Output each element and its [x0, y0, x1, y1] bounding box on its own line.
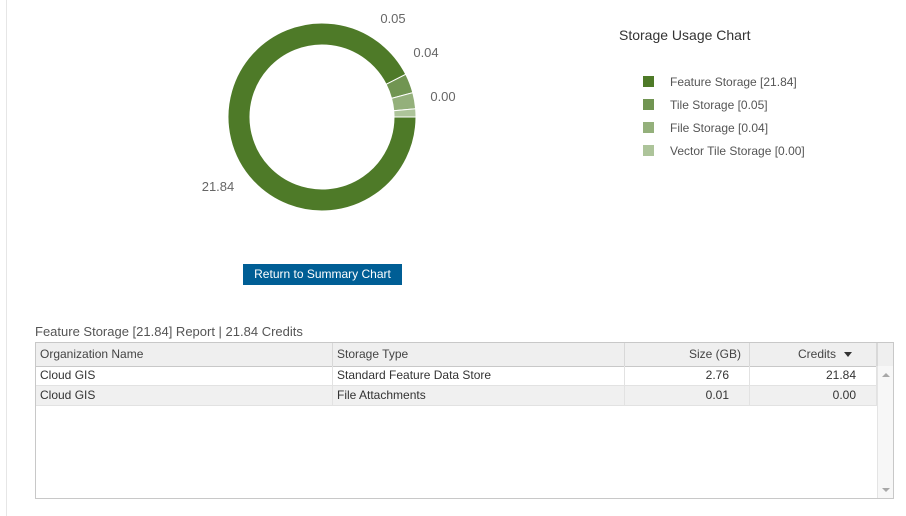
- donut-slice[interactable]: [227, 22, 417, 212]
- table-body: Cloud GIS Standard Feature Data Store 2.…: [36, 366, 877, 406]
- table-row[interactable]: Cloud GIS File Attachments 0.01 0.00: [36, 386, 877, 406]
- legend-label: Vector Tile Storage [0.00]: [670, 143, 805, 158]
- legend-label: Feature Storage [21.84]: [670, 74, 797, 89]
- report-table: Organization Name Storage Type Size (GB)…: [35, 342, 894, 499]
- legend-swatch: [643, 76, 654, 87]
- cell-storage-type: Standard Feature Data Store: [333, 366, 625, 386]
- column-header-storage-type[interactable]: Storage Type: [333, 343, 625, 366]
- chart-legend: Feature Storage [21.84] Tile Storage [0.…: [643, 70, 805, 162]
- slice-value-label: 0.05: [380, 11, 405, 26]
- report-title: Feature Storage [21.84] Report | 21.84 C…: [35, 324, 303, 339]
- cell-credits: 21.84: [750, 366, 877, 386]
- cell-size: 0.01: [625, 386, 750, 406]
- slice-value-label: 0.00: [430, 89, 455, 104]
- column-header-organization[interactable]: Organization Name: [36, 343, 333, 366]
- return-to-summary-button[interactable]: Return to Summary Chart: [243, 264, 402, 285]
- sort-descending-icon[interactable]: [844, 352, 852, 358]
- donut-chart: 21.84 0.05 0.04 0.00: [202, 11, 456, 212]
- scroll-up-icon[interactable]: [882, 373, 890, 377]
- column-header-credits-label: Credits: [797, 347, 836, 361]
- legend-item-tile-storage[interactable]: Tile Storage [0.05]: [643, 93, 805, 116]
- cell-organization: Cloud GIS: [36, 366, 333, 386]
- legend-item-feature-storage[interactable]: Feature Storage [21.84]: [643, 70, 805, 93]
- slice-value-label: 0.04: [413, 45, 438, 60]
- table-row[interactable]: Cloud GIS Standard Feature Data Store 2.…: [36, 366, 877, 386]
- cell-size: 2.76: [625, 366, 750, 386]
- column-header-credits[interactable]: Credits: [750, 343, 877, 366]
- legend-swatch: [643, 99, 654, 110]
- column-header-size[interactable]: Size (GB): [625, 343, 750, 366]
- donut-slice[interactable]: [393, 108, 417, 118]
- legend-swatch: [643, 122, 654, 133]
- legend-swatch: [643, 145, 654, 156]
- legend-label: File Storage [0.04]: [670, 120, 769, 135]
- vertical-scrollbar[interactable]: [877, 366, 893, 498]
- legend-item-file-storage[interactable]: File Storage [0.04]: [643, 116, 805, 139]
- legend-label: Tile Storage [0.05]: [670, 97, 768, 112]
- cell-storage-type: File Attachments: [333, 386, 625, 406]
- slice-value-label: 21.84: [202, 179, 235, 194]
- chart-title: Storage Usage Chart: [619, 27, 751, 43]
- legend-item-vector-tile-storage[interactable]: Vector Tile Storage [0.00]: [643, 139, 805, 162]
- header-corner: [877, 343, 893, 367]
- cell-organization: Cloud GIS: [36, 386, 333, 406]
- table-header: Organization Name Storage Type Size (GB)…: [36, 343, 877, 367]
- cell-credits: 0.00: [750, 386, 877, 406]
- scroll-down-icon[interactable]: [882, 488, 890, 492]
